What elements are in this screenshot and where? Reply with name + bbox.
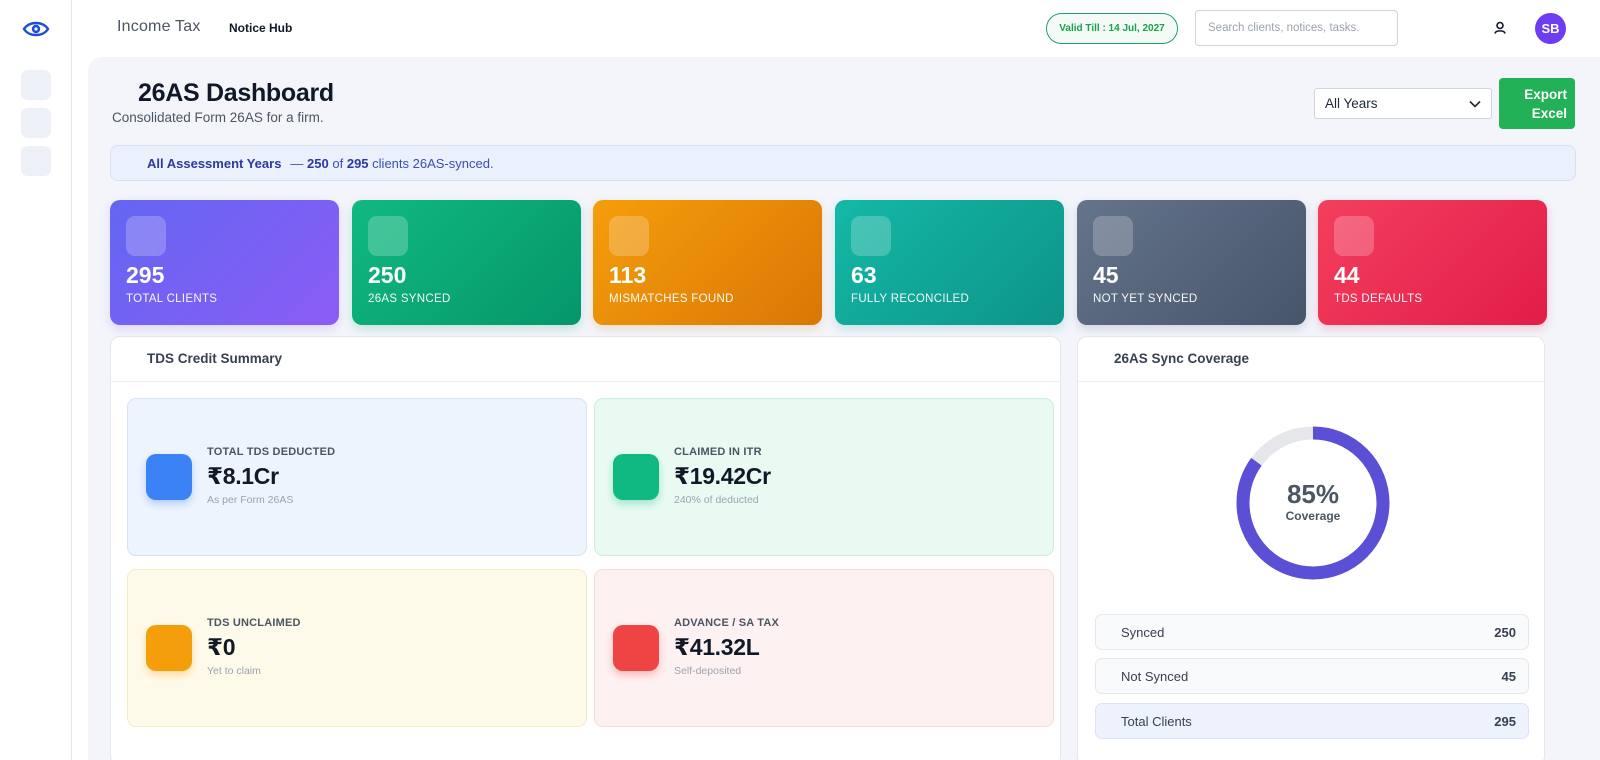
coverage-donut: 85% Coverage (1233, 423, 1393, 583)
banner-dash: — (290, 155, 304, 171)
stat-value: 113 (609, 262, 647, 288)
user-icon[interactable] (1492, 20, 1508, 36)
bank-icon (613, 625, 659, 671)
row-label: Synced (1121, 624, 1165, 640)
tds-card-total-deducted[interactable]: TOTAL TDS DEDUCTED ₹8.1Cr As per Form 26… (127, 398, 587, 556)
validity-badge: Valid Till : 14 Jul, 2027 (1046, 13, 1178, 44)
row-label: Not Synced (1121, 668, 1189, 684)
stat-card-mismatches[interactable]: 113 MISMATCHES FOUND (593, 200, 822, 325)
tds-card-label: CLAIMED IN ITR (674, 446, 762, 458)
tds-card-label: ADVANCE / SA TAX (674, 617, 780, 629)
left-rail (0, 0, 72, 760)
stat-card-fully-reconciled[interactable]: 63 FULLY RECONCILED (835, 200, 1064, 325)
page-title: 26AS Dashboard (138, 79, 334, 107)
divider (1078, 381, 1544, 382)
coverage-caption: Coverage (1285, 509, 1341, 523)
chevron-down-icon (1469, 100, 1481, 108)
panel-title: TDS Credit Summary (147, 351, 283, 366)
row-value: 295 (1494, 713, 1516, 729)
stat-icon (851, 216, 891, 256)
divider (111, 381, 1060, 382)
stat-value: 250 (368, 262, 407, 288)
stat-icon (1093, 216, 1133, 256)
stat-label: MISMATCHES FOUND (609, 293, 734, 305)
stat-icon (126, 216, 166, 256)
stat-icon (368, 216, 408, 256)
banner-total: 295 (346, 155, 369, 171)
coverage-row-not-synced: Not Synced 45 (1095, 658, 1529, 694)
stat-label: TDS DEFAULTS (1334, 293, 1423, 305)
banner-of: of (332, 155, 344, 171)
stat-label: 26AS SYNCED (368, 293, 451, 305)
tds-card-label: TDS UNCLAIMED (207, 617, 301, 629)
nav-link-notice-hub[interactable]: Notice Hub (229, 21, 292, 35)
stat-card-total-clients[interactable]: 295 TOTAL CLIENTS (110, 200, 339, 325)
sidebar-item-2[interactable] (21, 108, 51, 138)
stat-value: 45 (1093, 262, 1119, 288)
stat-value: 44 (1334, 262, 1360, 288)
stat-card-26as-synced[interactable]: 250 26AS SYNCED (352, 200, 581, 325)
tds-card-value: ₹8.1Cr (207, 463, 279, 489)
stat-card-not-yet-synced[interactable]: 45 NOT YET SYNCED (1077, 200, 1306, 325)
assessment-year-banner: All Assessment Years — 250 of 295 client… (110, 145, 1576, 181)
panel-title: 26AS Sync Coverage (1114, 351, 1250, 366)
rupee-icon (146, 454, 192, 500)
sidebar-item-1[interactable] (21, 70, 51, 100)
export-excel-button[interactable]: Export Excel (1499, 78, 1575, 129)
tds-card-sub: 240% of deducted (674, 494, 759, 506)
sync-coverage-panel: 26AS Sync Coverage 85% Coverage Synced 2… (1077, 336, 1545, 760)
tds-card-claimed-itr[interactable]: CLAIMED IN ITR ₹19.42Cr 240% of deducted (594, 398, 1054, 556)
stat-value: 63 (851, 262, 877, 288)
page-subtitle: Consolidated Form 26AS for a firm. (112, 110, 324, 125)
brand-title[interactable]: Income Tax (117, 18, 201, 36)
banner-label: All Assessment Years (147, 155, 282, 171)
row-value: 250 (1494, 624, 1516, 640)
banner-suffix: clients 26AS-synced. (372, 155, 494, 171)
search-input[interactable] (1195, 10, 1398, 46)
stat-icon (1334, 216, 1374, 256)
tds-credit-summary-panel: TDS Credit Summary TOTAL TDS DEDUCTED ₹8… (110, 336, 1061, 760)
eye-logo-icon[interactable] (20, 14, 52, 44)
tds-card-sub: As per Form 26AS (207, 494, 294, 506)
tds-card-value: ₹19.42Cr (674, 463, 771, 489)
stat-card-tds-defaults[interactable]: 44 TDS DEFAULTS (1318, 200, 1547, 325)
coverage-row-synced: Synced 250 (1095, 614, 1529, 650)
stat-icon (609, 216, 649, 256)
avatar[interactable]: SB (1535, 13, 1566, 44)
clock-icon (146, 625, 192, 671)
tds-card-value: ₹41.32L (674, 634, 760, 660)
year-filter-value: All Years (1325, 96, 1378, 111)
coverage-percent: 85% (1286, 479, 1340, 509)
tds-card-advance-sa-tax[interactable]: ADVANCE / SA TAX ₹41.32L Self-deposited (594, 569, 1054, 727)
sidebar-item-3[interactable] (21, 146, 51, 176)
stat-label: NOT YET SYNCED (1093, 293, 1198, 305)
check-icon (613, 454, 659, 500)
row-value: 45 (1501, 668, 1516, 684)
banner-synced: 250 (307, 155, 329, 171)
tds-card-label: TOTAL TDS DEDUCTED (207, 446, 336, 458)
stat-label: FULLY RECONCILED (851, 293, 970, 305)
stat-label: TOTAL CLIENTS (126, 293, 218, 305)
tds-card-unclaimed[interactable]: TDS UNCLAIMED ₹0 Yet to claim (127, 569, 587, 727)
top-bar: Income Tax Notice Hub Valid Till : 14 Ju… (72, 0, 1600, 56)
tds-card-value: ₹0 (207, 634, 236, 660)
year-filter-select[interactable]: All Years (1314, 88, 1492, 119)
coverage-row-total: Total Clients 295 (1095, 703, 1529, 739)
stat-value: 295 (126, 262, 165, 288)
tds-card-sub: Self-deposited (674, 665, 742, 677)
tds-card-sub: Yet to claim (207, 665, 261, 677)
export-label-line2: Excel (1531, 106, 1567, 121)
main-content: 26AS Dashboard Consolidated Form 26AS fo… (88, 57, 1600, 760)
row-label: Total Clients (1121, 713, 1192, 729)
export-label-line1: Export (1524, 87, 1567, 102)
